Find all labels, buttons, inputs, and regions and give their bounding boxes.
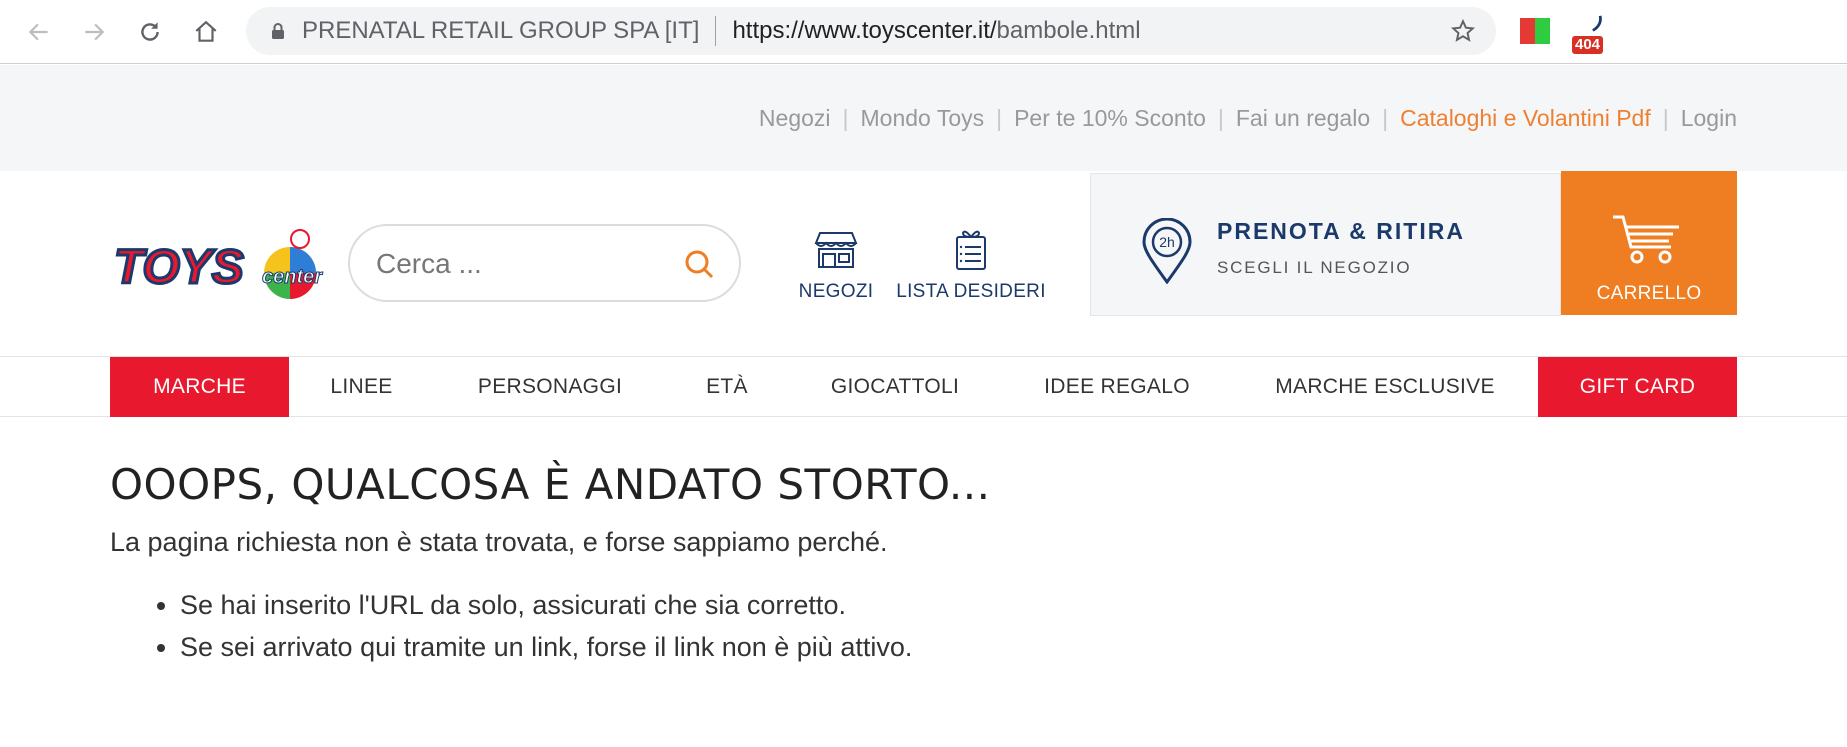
stores-label: NEGOZI [798, 281, 874, 302]
reload-icon [141, 22, 159, 41]
browser-toolbar: PRENATAL RETAIL GROUP SPA [IT] https://w… [0, 0, 1847, 64]
error-title: OOOPS, QUALCOSA È ANDATO STORTO... [110, 460, 991, 509]
back-button[interactable] [21, 14, 57, 50]
nav-item-personaggi[interactable]: PERSONAGGI [434, 357, 666, 417]
certificate-label: PRENATAL RETAIL GROUP SPA [IT] [302, 17, 700, 44]
link-icon [1592, 15, 1602, 32]
arrow-left-icon [28, 23, 48, 41]
utility-divider: | [1382, 105, 1389, 131]
404-badge: 404 [1572, 36, 1604, 54]
site-header: TOYS center NEGOZI LISTA DESIDERI [0, 171, 1847, 357]
nav-item-idee-regalo[interactable]: IDEE REGALO [1002, 357, 1232, 417]
url-path: bambole.html [996, 17, 1141, 44]
home-button[interactable] [188, 14, 224, 50]
nav-item-marche[interactable]: MARCHE [110, 357, 289, 417]
url-text: https://www.toyscenter.it/bambole.html [732, 17, 1140, 45]
error-hints-list: Se hai inserito l'URL da solo, assicurat… [180, 588, 1610, 664]
svg-text:center: center [262, 266, 323, 288]
pickup-pin-icon: 2h [1142, 218, 1192, 284]
utility-link-cataloghi[interactable]: Cataloghi e Volantini Pdf [1400, 105, 1651, 132]
gift-list-icon [956, 230, 986, 270]
nav-item-linee[interactable]: LINEE [289, 357, 434, 417]
wishlist-label: LISTA DESIDERI [896, 281, 1046, 302]
list-item: Se hai inserito l'URL da solo, assicurat… [180, 588, 1610, 622]
utility-divider: | [1217, 105, 1224, 131]
utility-bar: Negozi | Mondo Toys | Per te 10% Sconto … [0, 65, 1847, 171]
wishlist-link[interactable]: LISTA DESIDERI [896, 227, 1046, 303]
utility-link-regalo[interactable]: Fai un regalo [1236, 105, 1370, 132]
utility-divider: | [842, 105, 849, 131]
address-bar[interactable]: PRENATAL RETAIL GROUP SPA [IT] https://w… [246, 7, 1496, 55]
forward-button[interactable] [76, 14, 112, 50]
star-icon[interactable] [1450, 18, 1476, 44]
cart-button[interactable]: CARRELLO [1561, 171, 1737, 315]
nav-item-giocattoli[interactable]: GIOCATTOLI [788, 357, 1002, 417]
cart-label: CARRELLO [1596, 283, 1702, 304]
utility-link-negozi[interactable]: Negozi [759, 105, 831, 132]
utility-divider: | [996, 105, 1003, 131]
flag-extension-icon[interactable] [1520, 18, 1550, 44]
error-content: OOOPS, QUALCOSA È ANDATO STORTO... La pa… [110, 460, 1610, 672]
address-separator [715, 16, 717, 46]
pickup-subtitle: SCEGLI IL NEGOZIO [1217, 258, 1412, 277]
nav-item-gift-card[interactable]: GIFT CARD [1538, 357, 1737, 417]
search-icon[interactable] [683, 248, 715, 280]
utility-link-mondo-toys[interactable]: Mondo Toys [861, 105, 985, 132]
pickup-badge: 2h [1159, 234, 1175, 250]
stores-link[interactable]: NEGOZI [776, 227, 896, 303]
home-icon [195, 20, 217, 42]
search-input[interactable] [376, 244, 676, 284]
search-box[interactable] [348, 224, 741, 302]
main-navigation: MARCHE LINEE PERSONAGGI ETÀ GIOCATTOLI I… [0, 357, 1847, 417]
store-icon [814, 232, 858, 268]
arrow-right-icon [85, 23, 105, 41]
404-extension-icon[interactable]: 404 [1572, 14, 1608, 56]
list-item: Se sei arrivato qui tramite un link, for… [180, 630, 1610, 664]
error-lead: La pagina richiesta non è stata trovata,… [110, 527, 888, 557]
toys-center-logo[interactable]: TOYS center [112, 225, 326, 305]
utility-links: Negozi | Mondo Toys | Per te 10% Sconto … [759, 105, 1737, 132]
utility-link-login[interactable]: Login [1681, 105, 1737, 132]
nav-item-eta[interactable]: ETÀ [666, 357, 788, 417]
utility-link-sconto[interactable]: Per te 10% Sconto [1014, 105, 1206, 132]
reload-button[interactable] [132, 14, 168, 50]
url-host: https://www.toyscenter.it/ [732, 17, 997, 44]
pickup-store-selector[interactable]: 2h PRENOTA & RITIRA SCEGLI IL NEGOZIO [1090, 173, 1561, 316]
svg-text:TOYS: TOYS [114, 241, 244, 294]
lock-icon [272, 23, 284, 39]
nav-item-marche-esclusive[interactable]: MARCHE ESCLUSIVE [1232, 357, 1538, 417]
utility-divider: | [1662, 105, 1669, 131]
pickup-title: PRENOTA & RITIRA [1217, 218, 1465, 244]
cart-icon [1613, 215, 1679, 264]
